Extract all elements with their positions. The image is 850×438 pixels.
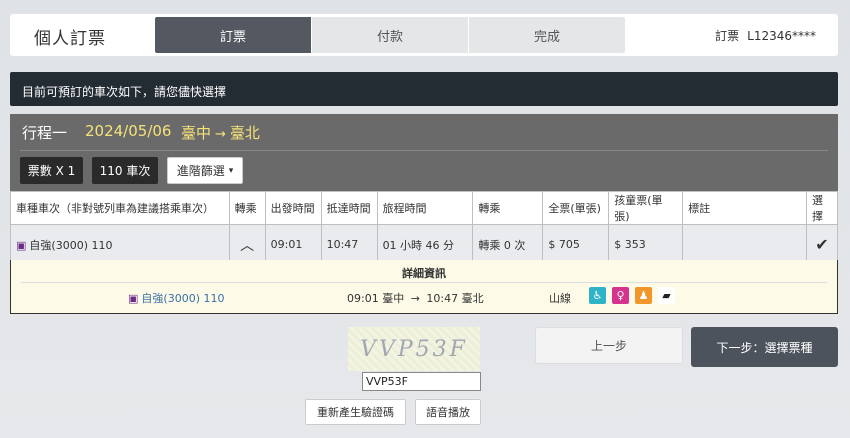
header: 個人訂票 訂票 付款 完成 訂票 L12346****	[10, 14, 838, 56]
ticket-id-label: 訂票	[715, 29, 740, 43]
train-number-chip: 110 車次	[92, 157, 158, 184]
captcha-image: VVP53F	[348, 327, 480, 371]
detail-depart-time: 09:01	[347, 292, 379, 305]
detail-time: 09:01 臺中 → 10:47 臺北	[347, 290, 484, 306]
ticket-id-value: L12346****	[747, 29, 816, 43]
table-row[interactable]: ▣ 自強(3000) 110 ︿ 09:01 10:47 01 小時 46 分 轉…	[10, 224, 839, 265]
ticket-qty-chip: 票數 X 1	[20, 157, 83, 184]
checkmark-icon: ✔	[815, 235, 829, 254]
col-depart: 出發時間	[264, 191, 322, 225]
line-name: 山線	[549, 292, 571, 305]
detail-title: 詳細資訊	[402, 267, 446, 280]
captcha-text: VVP53F	[360, 336, 468, 362]
captcha-input[interactable]	[362, 372, 481, 391]
train-name: 自強(3000) 110	[29, 238, 113, 252]
notice-bar: 目前可預訂的車次如下，請您儘快選擇	[10, 72, 838, 106]
divider	[20, 150, 828, 151]
chevron-down-icon: ▾	[228, 165, 234, 176]
col-arrive: 抵達時間	[320, 191, 378, 225]
select-cell[interactable]: ✔	[805, 224, 839, 265]
trip-route: 臺中 → 臺北	[181, 122, 260, 143]
chevron-up-icon: ︿	[240, 237, 255, 254]
regenerate-captcha-button[interactable]: 重新產生驗證碼	[305, 399, 406, 425]
next-button[interactable]: 下一步：選擇票種	[691, 327, 838, 367]
wheelchair-icon: ♿	[589, 287, 606, 304]
col-note: 標註	[682, 191, 807, 225]
audio-captcha-button[interactable]: 語音播放	[415, 399, 481, 425]
detail-train-name: 自強(3000) 110	[141, 292, 225, 305]
bicycle-icon: ▰	[658, 287, 675, 304]
note-cell	[682, 224, 807, 265]
train-icon: ▣	[16, 238, 27, 252]
train-icon: ▣	[128, 292, 139, 305]
col-transfers: 轉乘	[472, 191, 544, 225]
col-duration: 旅程時間	[376, 191, 474, 225]
arrow-right-icon: →	[410, 292, 420, 305]
previous-button[interactable]: 上一步	[535, 327, 683, 364]
trip-from: 臺中	[181, 124, 212, 142]
train-cell: ▣ 自強(3000) 110	[10, 224, 230, 265]
adult-price: $ 705	[542, 224, 610, 265]
advanced-filter-label: 進階篩選	[176, 164, 225, 178]
detail-to: 臺北	[461, 292, 484, 305]
child-price: $ 353	[608, 224, 684, 265]
trip-to: 臺北	[229, 124, 260, 142]
family-icon: ♟	[635, 287, 652, 304]
step-booking: 訂票	[155, 17, 311, 53]
arrive-time: 10:47	[320, 224, 378, 265]
nursing-room-icon: ♀	[612, 287, 629, 304]
arrow-right-icon: →	[215, 127, 226, 142]
trip-panel: 行程一 2024/05/06 臺中 → 臺北 票數 X 1 110 車次 進階篩選 ▾	[10, 114, 838, 191]
detail-from: 臺中	[382, 292, 405, 305]
col-select: 選擇	[805, 191, 839, 225]
col-child-price: 孩童票(單張)	[608, 191, 684, 225]
table-header-row: 車種車次（非對號列車為建議搭乘車次） 轉乘 出發時間 抵達時間 旅程時間 轉乘 …	[10, 191, 839, 225]
detail-train: ▣ 自強(3000) 110	[128, 290, 224, 306]
ticket-id: 訂票 L12346****	[715, 27, 816, 44]
trip-label: 行程一	[22, 124, 68, 142]
collapse-toggle[interactable]: ︿	[228, 224, 266, 265]
col-train: 車種車次（非對號列車為建議搭乘車次）	[10, 191, 230, 225]
depart-time: 09:01	[264, 224, 322, 265]
detail-arrive-time: 10:47	[426, 292, 459, 305]
step-payment: 付款	[312, 17, 468, 53]
page-title: 個人訂票	[34, 29, 106, 49]
advanced-filter-button[interactable]: 進階篩選 ▾	[167, 157, 243, 184]
col-transfer: 轉乘	[228, 191, 266, 225]
col-adult-price: 全票(單張)	[542, 191, 610, 225]
step-complete: 完成	[469, 17, 625, 53]
duration: 01 小時 46 分	[376, 224, 474, 265]
detail-panel: 詳細資訊 ▣ 自強(3000) 110 09:01 臺中 → 10:47 臺北 山…	[10, 260, 838, 314]
trip-date: 2024/05/06	[85, 122, 172, 140]
divider	[21, 282, 827, 283]
train-table: 車種車次（非對號列車為建議搭乘車次） 轉乘 出發時間 抵達時間 旅程時間 轉乘 …	[10, 191, 839, 265]
transfer-count: 轉乘 0 次	[472, 224, 544, 265]
